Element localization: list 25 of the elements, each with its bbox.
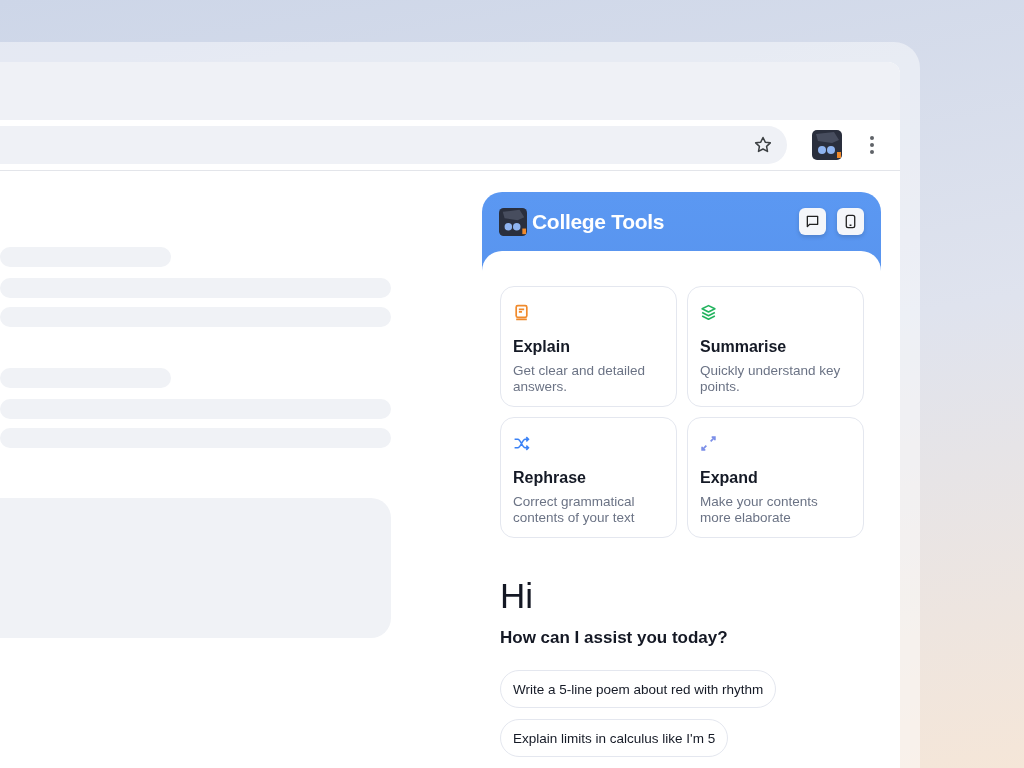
- logo-icon: [499, 207, 527, 236]
- tool-description: Correct grammatical contents of your text: [513, 494, 636, 526]
- tool-title: Summarise: [700, 338, 787, 356]
- tool-description: Get clear and detailed answers.: [513, 363, 647, 395]
- tool-description: Make your contents more elaborate: [700, 494, 819, 526]
- suggestion-chip[interactable]: Explain limits in calculus like I'm 5: [500, 719, 729, 757]
- tool-card[interactable]: Rephrase Correct grammatical contents of your text: [500, 417, 677, 538]
- phone-icon: [843, 214, 858, 229]
- suggestion-chip[interactable]: Write a 5-line poem about red with rhythm: [500, 670, 777, 708]
- chat-icon: [805, 214, 820, 229]
- assist-question: How can I assist you today?: [500, 628, 729, 648]
- tool-card[interactable]: Expand Make your contents more elaborate: [687, 417, 864, 538]
- tool-title: Explain: [513, 338, 570, 356]
- extension-icon[interactable]: [812, 130, 842, 160]
- tool-card[interactable]: Summarise Quickly understand key points.: [687, 286, 864, 407]
- menu-icon[interactable]: [869, 135, 875, 155]
- greeting: Hi: [500, 576, 535, 616]
- tool-description: Quickly understand key points.: [700, 363, 842, 395]
- tool-title: Rephrase: [513, 469, 586, 487]
- chat-button[interactable]: [799, 208, 826, 235]
- tool-title: Expand: [700, 469, 758, 487]
- star-icon[interactable]: [753, 135, 773, 155]
- mobile-button[interactable]: [837, 208, 864, 235]
- tool-card[interactable]: Explain Get clear and detailed answers.: [500, 286, 677, 407]
- panel-title: College Tools: [532, 209, 666, 234]
